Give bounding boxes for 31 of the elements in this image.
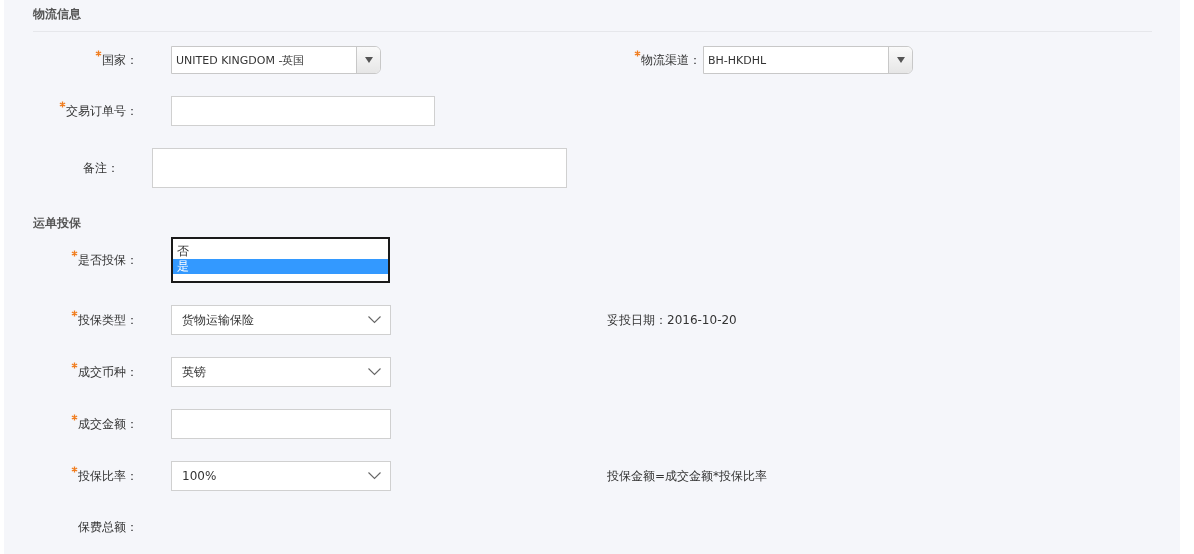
field-label: 国家：	[102, 51, 138, 69]
dropdown[interactable]: 英镑	[171, 357, 391, 387]
field-label: 物流渠道：	[641, 51, 701, 69]
section-title: 运单投保	[33, 215, 82, 231]
field-label: 备注：	[82, 159, 119, 177]
field-label: 成交金额：	[78, 415, 138, 433]
field-label: 是否投保：	[78, 251, 138, 269]
caret-icon	[364, 57, 373, 63]
list-option[interactable]: 否	[173, 244, 388, 259]
dropdown[interactable]: BH-HKDHL	[703, 46, 913, 74]
dropdown[interactable]: 100%	[171, 461, 391, 491]
field-label: 交易订单号：	[66, 102, 138, 120]
dropdown[interactable]: 货物运输保险	[171, 305, 391, 335]
chevron-icon	[368, 316, 381, 324]
input-field[interactable]	[171, 409, 391, 439]
note-text: 投保金额=成交金额*投保比率	[607, 467, 768, 485]
dropdown-button[interactable]	[356, 47, 380, 73]
chevron-icon	[368, 472, 381, 480]
caret-icon	[896, 57, 905, 63]
chevron-icon	[368, 368, 381, 376]
input-field[interactable]	[171, 96, 435, 126]
field-label: 保费总额：	[78, 518, 138, 536]
field-label: 投保比率：	[78, 467, 138, 485]
section-title: 物流信息	[33, 6, 82, 22]
note-text: 妥投日期：2016-10-20	[607, 311, 737, 329]
remarks-field[interactable]	[151, 148, 567, 188]
field-label: 成交币种：	[78, 363, 138, 381]
field-label: 投保类型：	[78, 311, 138, 329]
dropdown-button[interactable]	[888, 47, 912, 73]
dropdown[interactable]: UNITED KINGDOM -英国	[171, 46, 381, 74]
option-list[interactable]: 否 是	[171, 237, 390, 283]
